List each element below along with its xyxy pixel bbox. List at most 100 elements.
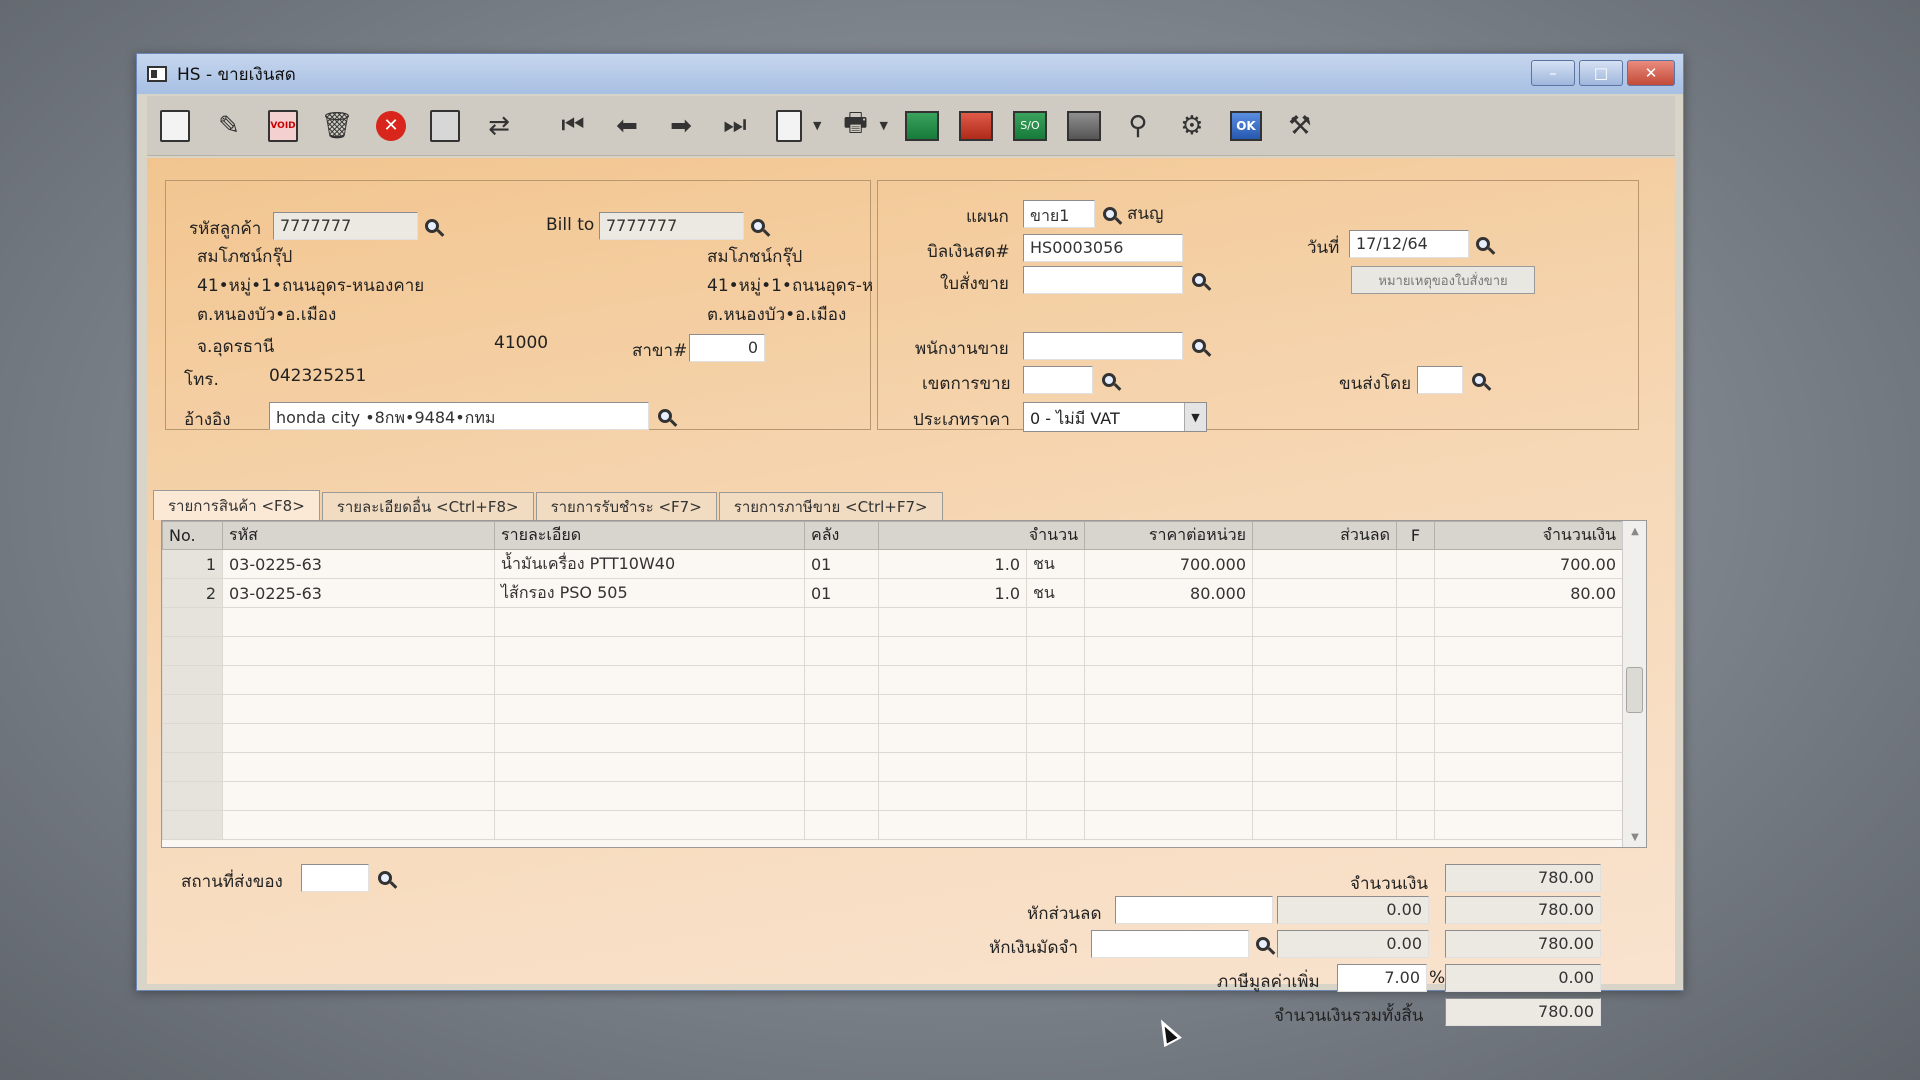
item-description[interactable]: น้ำมันเครื่อง PTT10W40 [494,549,805,579]
scroll-thumb[interactable] [1626,667,1643,713]
item-unit-price[interactable]: 80.000 [1084,578,1253,608]
column-header-code[interactable]: รหัส [222,521,495,550]
cancel-icon[interactable]: ✕ [371,106,411,146]
department-search-icon[interactable] [1096,200,1124,228]
scroll-down-icon[interactable]: ▼ [1623,827,1646,847]
title-bar[interactable]: HS - ขายเงินสด – □ ✕ [137,54,1683,94]
previous-record-icon[interactable]: ⬅ [607,106,647,146]
next-record-icon[interactable]: ➡ [661,106,701,146]
date-picker-icon[interactable] [1469,230,1497,258]
item-code[interactable]: 03-0225-63 [222,578,495,608]
empty-row[interactable] [162,752,1623,782]
print-dropdown-icon[interactable]: ▼ [879,119,887,132]
ship-place-input[interactable] [301,864,369,892]
empty-row[interactable] [162,607,1623,637]
maximize-button[interactable]: □ [1579,60,1623,86]
item-code[interactable]: 03-0225-63 [222,549,495,579]
customer-code-input[interactable]: 7777777 [273,212,418,240]
table-row[interactable]: 1 03-0225-63 น้ำมันเครื่อง PTT10W40 01 1… [162,549,1623,579]
empty-row[interactable] [162,781,1623,811]
print-icon[interactable]: 🖶 [835,106,875,146]
branch-input[interactable]: 0 [689,334,765,362]
item-flag[interactable] [1396,578,1435,608]
save-icon[interactable] [425,106,465,146]
column-header-warehouse[interactable]: คลัง [804,521,879,550]
deposit-input[interactable] [1091,930,1249,958]
reference-input[interactable]: honda city •8กพ•9484•กทม [269,402,649,430]
sales-order-input[interactable] [1023,266,1183,294]
item-flag[interactable] [1396,549,1435,579]
first-record-icon[interactable]: ⏮ [553,106,593,146]
item-quantity[interactable]: 1.0 [878,578,1027,608]
tab-payments[interactable]: รายการรับชำระ <F7> [535,492,717,520]
price-type-select[interactable]: 0 - ไม่มี VAT ▼ [1023,402,1207,432]
column-header-quantity[interactable]: จำนวน [878,521,1085,550]
empty-row[interactable] [162,810,1623,840]
column-header-discount[interactable]: ส่วนลด [1252,521,1397,550]
empty-row[interactable] [162,665,1623,695]
ship-by-search-icon[interactable] [1465,366,1493,394]
department-input[interactable]: ขาย1 [1023,200,1095,228]
last-record-icon[interactable]: ⏭ [715,106,755,146]
column-header-unit-price[interactable]: ราคาต่อหน่วย [1084,521,1253,550]
reference-label: อ้างอิง [184,410,231,430]
tools-icon[interactable]: ⚙ [1172,106,1212,146]
vat-rate-input[interactable]: 7.00 [1337,964,1427,992]
salesman-search-icon[interactable] [1185,332,1213,360]
trash-icon[interactable]: 🗑 [317,106,357,146]
search-doc-icon[interactable] [769,106,809,146]
column-header-description[interactable]: รายละเอียด [494,521,805,550]
empty-row[interactable] [162,723,1623,753]
item-quantity[interactable]: 1.0 [878,549,1027,579]
tab-items[interactable]: รายการสินค้า <F8> [153,490,320,520]
sales-order-search-icon[interactable] [1185,266,1213,294]
item-description[interactable]: ไส้กรอง PSO 505 [494,578,805,608]
reorder-icon[interactable]: ⇄ [479,106,519,146]
item-discount[interactable] [1252,549,1397,579]
new-document-icon[interactable] [155,106,195,146]
approve-ok-icon[interactable]: ⚲ [1118,106,1158,146]
item-warehouse[interactable]: 01 [804,578,879,608]
void-icon[interactable]: VOID [263,106,303,146]
column-header-no[interactable]: No. [162,521,223,550]
ship-by-input[interactable] [1417,366,1463,394]
item-amount: 700.00 [1434,549,1623,579]
table-row[interactable]: 2 03-0225-63 ไส้กรอง PSO 505 01 1.0 ชน 8… [162,578,1623,608]
tab-sales-tax[interactable]: รายการภาษีขาย <Ctrl+F7> [718,492,943,520]
sales-area-search-icon[interactable] [1095,366,1123,394]
sheet-green-icon[interactable] [902,106,942,146]
bill-to-search-icon[interactable] [744,212,772,240]
so-note-button[interactable]: หมายเหตุของใบสั่งขาย [1351,266,1535,294]
reference-search-icon[interactable] [651,402,679,430]
empty-row[interactable] [162,636,1623,666]
date-input[interactable]: 17/12/64 [1349,230,1469,258]
settings-doc-icon[interactable]: ⚒ [1280,106,1320,146]
sheet-red-icon[interactable] [956,106,996,146]
tab-other-details[interactable]: รายละเอียดอื่น <Ctrl+F8> [321,492,534,520]
edit-icon[interactable]: ✎ [209,106,249,146]
calendar-icon[interactable] [1064,106,1104,146]
item-warehouse[interactable]: 01 [804,549,879,579]
discount-input[interactable] [1115,896,1273,924]
empty-row[interactable] [162,694,1623,724]
customer-search-icon[interactable] [418,212,446,240]
item-discount[interactable] [1252,578,1397,608]
column-header-amount[interactable]: จำนวนเงิน [1434,521,1623,550]
so-label: S/O [1012,110,1047,141]
scroll-up-icon[interactable]: ▲ [1623,521,1646,541]
bill-number-input[interactable]: HS0003056 [1023,234,1183,262]
sales-area-input[interactable] [1023,366,1093,394]
close-button[interactable]: ✕ [1627,60,1675,86]
minimize-button[interactable]: – [1531,60,1575,86]
so-icon[interactable]: S/O [1010,106,1050,146]
search-dropdown-icon[interactable]: ▼ [813,119,821,132]
salesman-input[interactable] [1023,332,1183,360]
column-header-f[interactable]: F [1396,521,1435,550]
chevron-down-icon[interactable]: ▼ [1184,403,1206,431]
deposit-search-icon[interactable] [1249,930,1277,958]
grid-scrollbar[interactable]: ▲ ▼ [1622,521,1646,847]
bill-to-input[interactable]: 7777777 [599,212,744,240]
item-unit-price[interactable]: 700.000 [1084,549,1253,579]
ok-doc-icon[interactable]: OK [1226,106,1266,146]
ship-place-search-icon[interactable] [371,864,399,892]
